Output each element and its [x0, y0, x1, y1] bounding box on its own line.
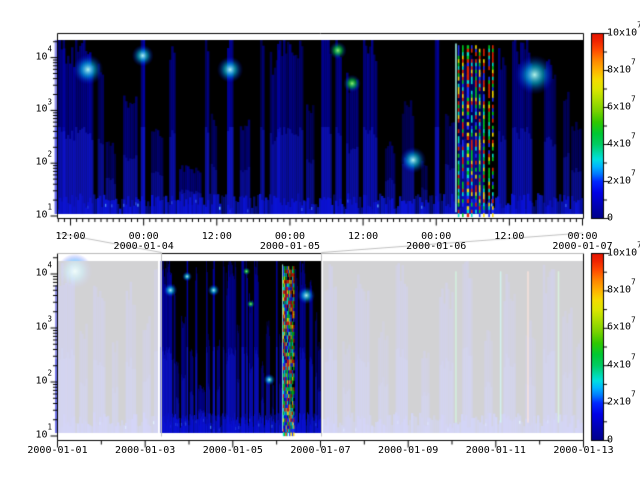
- top-plot-x-tick-date: 2000-01-07: [552, 242, 612, 252]
- bottom-plot-x-tick-label: 2000-01-09: [378, 446, 438, 456]
- bottom-plot-x-tick-label: 2000-01-13: [553, 446, 613, 456]
- top-plot-x-tick-date: 2000-01-06: [406, 242, 466, 252]
- top-colorbar-tick-label: 6x107: [607, 102, 636, 112]
- top-colorbar-tick-label: 2x107: [607, 176, 636, 186]
- bottom-plot-y-tick-label: 102: [35, 377, 52, 387]
- top-plot-x-tick-time: 12:00: [202, 232, 232, 242]
- top-plot-x-tick-date: 2000-01-04: [114, 242, 174, 252]
- top-plot-x-tick-time: 12:00: [494, 232, 524, 242]
- bottom-colorbar-tick-label: 2x107: [607, 398, 636, 408]
- bottom-colorbar-tick-label: 10x107: [607, 248, 640, 258]
- bottom-plot-x-tick-label: 2000-01-01: [27, 446, 87, 456]
- top-plot-x-tick-time: 12:00: [55, 232, 85, 242]
- top-colorbar-tick-label: 10x107: [607, 28, 640, 38]
- top-plot-x-tick-date: 2000-01-05: [260, 242, 320, 252]
- bottom-colorbar-tick-label: 8x107: [607, 285, 636, 295]
- bottom-plot-y-tick-label: 103: [35, 323, 52, 333]
- top-plot-y-tick-label: 102: [35, 158, 52, 168]
- bottom-plot-y-tick-label: 101: [35, 431, 52, 441]
- top-plot-area[interactable]: [57, 33, 583, 219]
- bottom-colorbar-tick-label: 4x107: [607, 360, 636, 370]
- top-plot-y-tick-label: 101: [35, 211, 52, 221]
- top-plot-y-tick-label: 104: [35, 52, 52, 62]
- bottom-colorbar: [591, 253, 603, 440]
- top-colorbar: [591, 33, 603, 219]
- figure: 10410310210110410310210112:0000:0012:000…: [0, 0, 640, 480]
- zoom-selection-box[interactable]: [161, 252, 321, 436]
- top-plot-y-tick-label: 103: [35, 105, 52, 115]
- bottom-plot-x-tick-label: 2000-01-11: [466, 446, 526, 456]
- bottom-plot-x-tick-label: 2000-01-03: [115, 446, 175, 456]
- bottom-colorbar-tick-label: 6x107: [607, 323, 636, 333]
- top-plot-x-tick-time: 12:00: [348, 232, 378, 242]
- bottom-plot-y-tick-label: 104: [35, 269, 52, 279]
- bottom-colorbar-tick-label: 0: [607, 435, 613, 445]
- top-colorbar-tick-label: 8x107: [607, 65, 636, 75]
- bottom-plot-x-tick-label: 2000-01-05: [203, 446, 263, 456]
- top-colorbar-tick-label: 0: [607, 213, 613, 223]
- bottom-plot-x-tick-label: 2000-01-07: [290, 446, 350, 456]
- top-colorbar-tick-label: 4x107: [607, 139, 636, 149]
